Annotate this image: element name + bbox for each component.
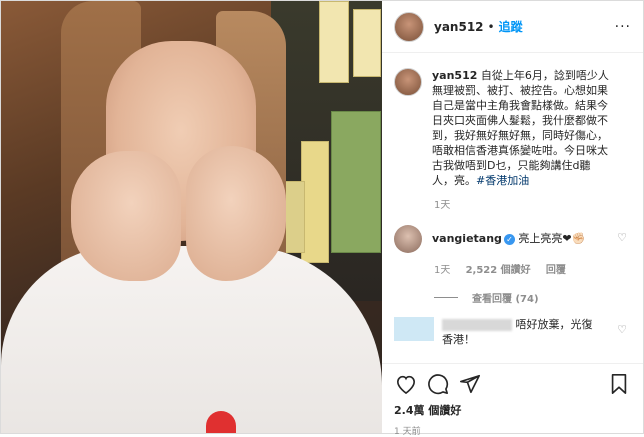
menu-poster	[319, 1, 349, 83]
comment-body: 亮上亮亮❤✊🏻	[518, 232, 586, 245]
comments-section[interactable]: yan512 自從上年6月，諗到唔少人無理被罰、被打、被控告。心想如果自己是當中…	[382, 54, 643, 362]
reply-button[interactable]: 回覆	[546, 265, 566, 276]
comment-username[interactable]: vangietang	[432, 232, 502, 245]
post-container: yan512 • 追蹤 ··· yan512 自從上年6月，諗到唔少人無理被罰、…	[0, 0, 644, 437]
comment-time: 1天	[434, 265, 451, 276]
divider	[434, 297, 458, 298]
username-link[interactable]: yan512	[434, 20, 484, 34]
hashtag-link[interactable]: #香港加油	[476, 174, 529, 187]
like-comment-heart-icon[interactable]: ♡	[617, 323, 627, 336]
bookmark-icon[interactable]	[607, 372, 631, 396]
action-bar: 2.4萬 個讚好 1 天前	[382, 363, 643, 437]
left-hand	[71, 151, 181, 281]
like-comment-heart-icon[interactable]: ♡	[617, 231, 627, 244]
blurred-username	[442, 319, 512, 331]
menu-poster	[301, 141, 329, 263]
food-poster	[331, 111, 381, 253]
menu-poster	[285, 181, 305, 253]
comment-icon[interactable]	[426, 372, 450, 396]
caption-username[interactable]: yan512	[432, 69, 477, 82]
view-replies-label: 查看回覆 (74)	[472, 294, 539, 305]
caption-text: yan512 自從上年6月，諗到唔少人無理被罰、被打、被控告。心想如果自己是當中…	[432, 68, 612, 188]
comment: vangietang ✓ 亮上亮亮❤✊🏻 ♡	[394, 225, 631, 253]
share-icon[interactable]	[458, 372, 482, 396]
follow-button[interactable]: 追蹤	[499, 18, 523, 35]
likes-count[interactable]: 2.4萬 個讚好	[394, 402, 631, 418]
comment-text: 唔好放棄，光復香港！	[442, 317, 602, 347]
comment-likes[interactable]: 2,522 個讚好	[466, 265, 531, 276]
separator: •	[487, 19, 495, 34]
avatar[interactable]	[394, 317, 434, 341]
caption-time: 1天	[434, 200, 451, 211]
comment-text: vangietang ✓ 亮上亮亮❤✊🏻	[432, 231, 612, 253]
side-panel: yan512 • 追蹤 ··· yan512 自從上年6月，諗到唔少人無理被罰、…	[382, 1, 643, 437]
avatar[interactable]	[394, 225, 422, 253]
avatar[interactable]	[394, 68, 422, 96]
post-date: 1 天前	[394, 427, 421, 437]
post-photo[interactable]	[1, 1, 382, 433]
caption: yan512 自從上年6月，諗到唔少人無理被罰、被打、被控告。心想如果自己是當中…	[394, 68, 631, 188]
view-replies-button[interactable]: 查看回覆 (74)	[434, 290, 631, 305]
heart-icon[interactable]	[394, 372, 418, 396]
comment-meta: 1天 2,522 個讚好 回覆	[434, 261, 631, 276]
post-header: yan512 • 追蹤 ···	[382, 1, 643, 53]
avatar[interactable]	[394, 11, 424, 42]
shirt-heart-print	[206, 411, 236, 433]
white-shirt	[1, 246, 382, 433]
caption-body: 自從上年6月，諗到唔少人無理被罰、被打、被控告。心想如果自己是當中主角我會點樣做…	[432, 69, 609, 187]
verified-icon: ✓	[503, 233, 515, 245]
more-icon[interactable]: ···	[615, 19, 631, 35]
menu-poster	[353, 9, 381, 77]
comment: 唔好放棄，光復香港！ ♡	[394, 317, 631, 347]
